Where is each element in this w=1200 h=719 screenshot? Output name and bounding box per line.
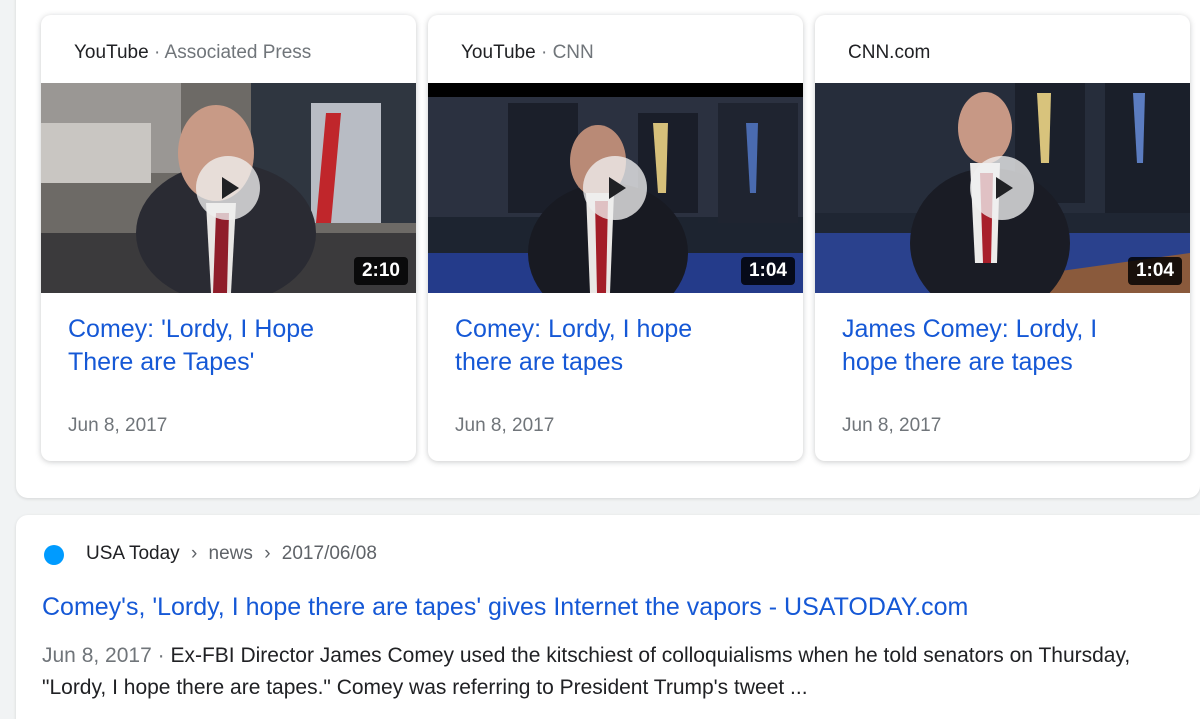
video-title-link[interactable]: Comey: 'Lordy, I Hope There are Tapes' <box>68 313 368 379</box>
card-source: YouTube · Associated Press <box>74 42 311 64</box>
breadcrumb[interactable]: USA Today › news › 2017/06/08 <box>86 543 377 565</box>
play-button[interactable] <box>583 156 647 220</box>
play-button[interactable] <box>970 156 1034 220</box>
breadcrumb-segment: 2017/06/08 <box>281 543 377 564</box>
source-separator: · <box>153 42 161 63</box>
video-date: Jun 8, 2017 <box>842 415 942 436</box>
video-results-panel: YouTube · Associated Press 2:10 Comey: '… <box>16 0 1200 498</box>
source-name: YouTube <box>461 42 536 63</box>
breadcrumb-arrow-icon: › <box>264 543 271 564</box>
play-button[interactable] <box>196 156 260 220</box>
video-duration: 1:04 <box>1127 257 1182 285</box>
snippet-text: Ex-FBI Director James Comey used the kit… <box>42 644 1131 699</box>
site-favicon-icon <box>44 545 64 565</box>
site-name: USA Today <box>86 543 180 564</box>
video-card[interactable]: YouTube · Associated Press 2:10 Comey: '… <box>41 15 416 461</box>
video-date: Jun 8, 2017 <box>455 415 555 436</box>
video-card[interactable]: YouTube · CNN 1:04 Comey: Lordy, I hope … <box>428 15 803 461</box>
video-card[interactable]: CNN.com 1:04 James Comey: Lordy, I hope … <box>815 15 1190 461</box>
play-icon <box>996 177 1013 199</box>
video-thumbnail[interactable]: 1:04 <box>428 83 803 293</box>
video-thumbnail[interactable]: 1:04 <box>815 83 1190 293</box>
card-source: YouTube · CNN <box>461 42 594 64</box>
search-result: USA Today › news › 2017/06/08 Comey's, '… <box>16 515 1200 719</box>
video-thumbnail[interactable]: 2:10 <box>41 83 416 293</box>
breadcrumb-arrow-icon: › <box>190 543 198 564</box>
result-snippet: Jun 8, 2017 · Ex-FBI Director James Come… <box>42 640 1162 704</box>
breadcrumb-segment: news <box>208 543 253 564</box>
sub-source-name: Associated Press <box>164 42 312 63</box>
video-duration: 2:10 <box>353 257 408 285</box>
snippet-separator: · <box>157 644 165 667</box>
video-date: Jun 8, 2017 <box>68 415 168 436</box>
result-title-link[interactable]: Comey's, 'Lordy, I hope there are tapes'… <box>42 593 968 622</box>
sub-source-name: CNN <box>552 42 594 63</box>
source-name: CNN.com <box>848 42 931 63</box>
source-name: YouTube <box>74 42 149 63</box>
play-icon <box>222 177 239 199</box>
snippet-date: Jun 8, 2017 <box>42 644 152 667</box>
video-title-link[interactable]: Comey: Lordy, I hope there are tapes <box>455 313 755 379</box>
video-duration: 1:04 <box>740 257 795 285</box>
play-icon <box>609 177 626 199</box>
video-title-link[interactable]: James Comey: Lordy, I hope there are tap… <box>842 313 1142 379</box>
source-separator: · <box>540 42 548 63</box>
card-source: CNN.com <box>848 42 930 64</box>
